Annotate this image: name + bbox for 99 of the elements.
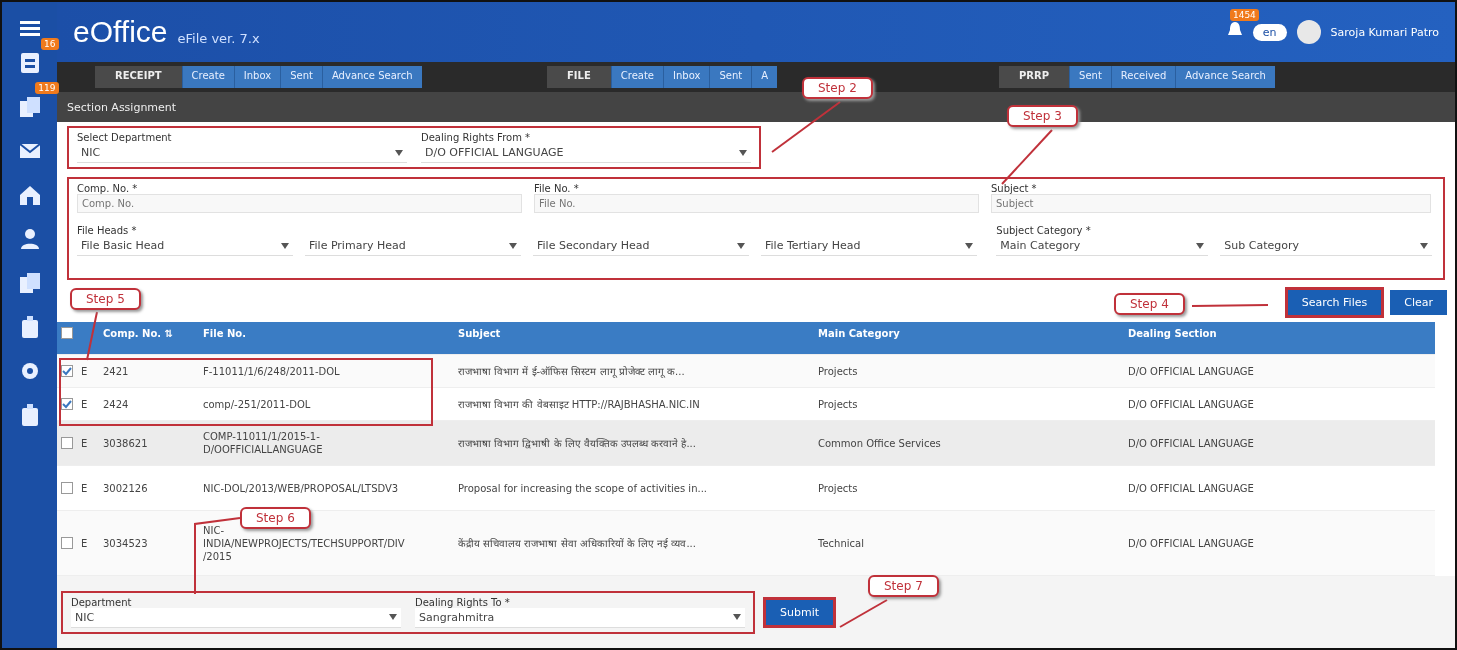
table-cell-text: D/O OFFICIAL LANGUAGE [1128, 436, 1255, 450]
table-cell-text: 3002126 [103, 481, 149, 495]
table-cell-text: D/O OFFICIAL LANGUAGE [1128, 536, 1255, 550]
count-badge: 119 [35, 82, 59, 94]
department-select[interactable]: NIC [71, 607, 401, 628]
table-cell-text: 2421 [103, 364, 130, 378]
caret-icon [389, 614, 397, 620]
table-cell-text: राजभाषा विभाग में ई-ऑफिस सिस्टम लागू प्रोजेक्ट लागू क... [458, 364, 686, 378]
column-header[interactable]: Dealing Section [1128, 327, 1435, 339]
nav-link[interactable]: Inbox [663, 66, 710, 88]
input-field[interactable]: File No. [534, 194, 979, 213]
nav-link[interactable]: Received [1110, 66, 1176, 88]
nav-link[interactable]: Sent [709, 66, 752, 88]
table-cell-text: D/O OFFICIAL LANGUAGE [1128, 364, 1255, 378]
leader-line [771, 101, 841, 153]
caret-icon [733, 614, 741, 620]
step-callout: Step 4 [1114, 293, 1185, 315]
type-cell-text: E [81, 436, 89, 450]
table-cell-text: Technical [818, 536, 865, 550]
table-cell-text: Proposal for increasing the scope of activities in... [458, 481, 709, 495]
field-label: File Heads * [77, 225, 138, 236]
table-cell-text: 3038621 [103, 436, 149, 450]
table-cell-text: Projects [818, 481, 859, 495]
nav-group-title[interactable]: FILE [547, 66, 611, 88]
caret-icon [281, 242, 289, 249]
table-cell-text: comp/-251/2011-DOL [203, 397, 312, 411]
caret-icon [739, 149, 747, 156]
table-cell-text: Common Office Services [818, 436, 942, 450]
column-header[interactable]: File No. [203, 327, 458, 339]
checkbox[interactable] [61, 327, 73, 339]
language-selector[interactable]: en [1252, 23, 1287, 41]
column-header[interactable]: Comp. No. ⇅ [103, 327, 203, 339]
avatar[interactable] [1296, 20, 1321, 44]
checkbox[interactable] [61, 398, 73, 410]
leader-line [839, 599, 888, 628]
nav-group-title[interactable]: RECEIPT [95, 66, 182, 88]
table-cell-text: 3034523 [103, 536, 149, 550]
step-callout: Step 6 [240, 507, 311, 529]
caret-icon [737, 242, 745, 249]
table-cell-text: राजभाषा विभाग द्विभाषी के लिए वैयक्तिक उपलब्ध करवाने हे... [458, 436, 697, 450]
field-label: Comp. No. * [77, 183, 139, 194]
checkbox[interactable] [61, 482, 73, 494]
table-cell-text: F-11011/1/6/248/2011-DOL [203, 364, 341, 378]
nav-link[interactable]: Sent [1069, 66, 1111, 88]
nav-link[interactable]: Advance Search [1175, 66, 1275, 88]
step-callout: Step 3 [1007, 105, 1078, 127]
field-label: Select Department [77, 132, 173, 143]
field-label: File No. * [534, 183, 580, 194]
type-cell-text: E [81, 397, 89, 411]
table-cell-text: COMP-11011/1/2015-1-D/OOFFICIALLANGUAGE [203, 430, 324, 456]
checkbox[interactable] [61, 365, 73, 377]
step-callout: Step 7 [868, 575, 939, 597]
notification-badge: 1454 [1229, 9, 1259, 21]
step-callout: Step 5 [70, 288, 141, 310]
table-cell-text: D/O OFFICIAL LANGUAGE [1128, 481, 1255, 495]
table-cell-text: केंद्रीय सचिवालय राजभाषा सेवा अधिकारियों के लिए नई व्यव... [458, 536, 697, 550]
step-callout: Step 2 [802, 77, 873, 99]
table-cell-text: 2424 [103, 397, 130, 411]
field-label: Dealing Rights From * [421, 132, 532, 143]
table-cell-text: राजभाषा विभाग की वेबसाइट HTTP://RAJBHASHA.NIC.IN [458, 397, 701, 411]
user-name[interactable]: Saroja Kumari Patro [1330, 25, 1439, 39]
column-header[interactable]: Main Category [818, 327, 1128, 339]
column-header[interactable]: Subject [458, 327, 818, 339]
type-cell-text: E [81, 481, 89, 495]
checkbox[interactable] [61, 537, 73, 549]
nav-link[interactable]: A [751, 66, 777, 88]
table-cell-text: NIC-DOL/2013/WEB/PROPOSAL/LTSDV3 [203, 481, 400, 495]
caret-icon [509, 242, 517, 249]
submit-button[interactable]: Submit [763, 596, 837, 628]
nav-link[interactable]: Create [181, 66, 234, 88]
input-field[interactable]: Comp. No. [77, 194, 522, 213]
search-button[interactable]: Search Files [1284, 286, 1385, 318]
caret-icon [1196, 242, 1205, 249]
logo: eOffice [73, 15, 168, 49]
nav-link[interactable]: Inbox [233, 66, 281, 88]
table-cell-text: Projects [818, 364, 859, 378]
checkbox[interactable] [61, 437, 73, 449]
nav-group-title[interactable]: PRRP [999, 66, 1070, 88]
field-label: Subject * [991, 183, 1038, 194]
table-cell-text: D/O OFFICIAL LANGUAGE [1128, 397, 1255, 411]
field-label: Subject Category * [996, 225, 1092, 236]
field-label: Dealing Rights To * [415, 596, 511, 608]
product-name: eFile ver. 7.x [177, 30, 260, 46]
leader-line [86, 311, 98, 361]
table-cell-text: Projects [818, 397, 859, 411]
nav-link[interactable]: Create [610, 66, 663, 88]
nav-link[interactable]: Sent [280, 66, 322, 88]
caret-icon [395, 149, 403, 156]
dealing-rights-select[interactable]: Sangrahmitra [415, 607, 745, 628]
caret-icon [965, 242, 973, 249]
clear-button[interactable]: Clear [1390, 289, 1447, 315]
caret-icon [1420, 242, 1429, 249]
nav-link[interactable]: Advance Search [321, 66, 422, 88]
menu-icon[interactable] [19, 20, 40, 36]
count-badge: 16 [41, 38, 59, 50]
input-field[interactable]: Subject [991, 194, 1431, 213]
field-label: Department [71, 596, 133, 608]
type-cell-text: E [81, 536, 89, 550]
type-cell-text: E [81, 364, 89, 378]
